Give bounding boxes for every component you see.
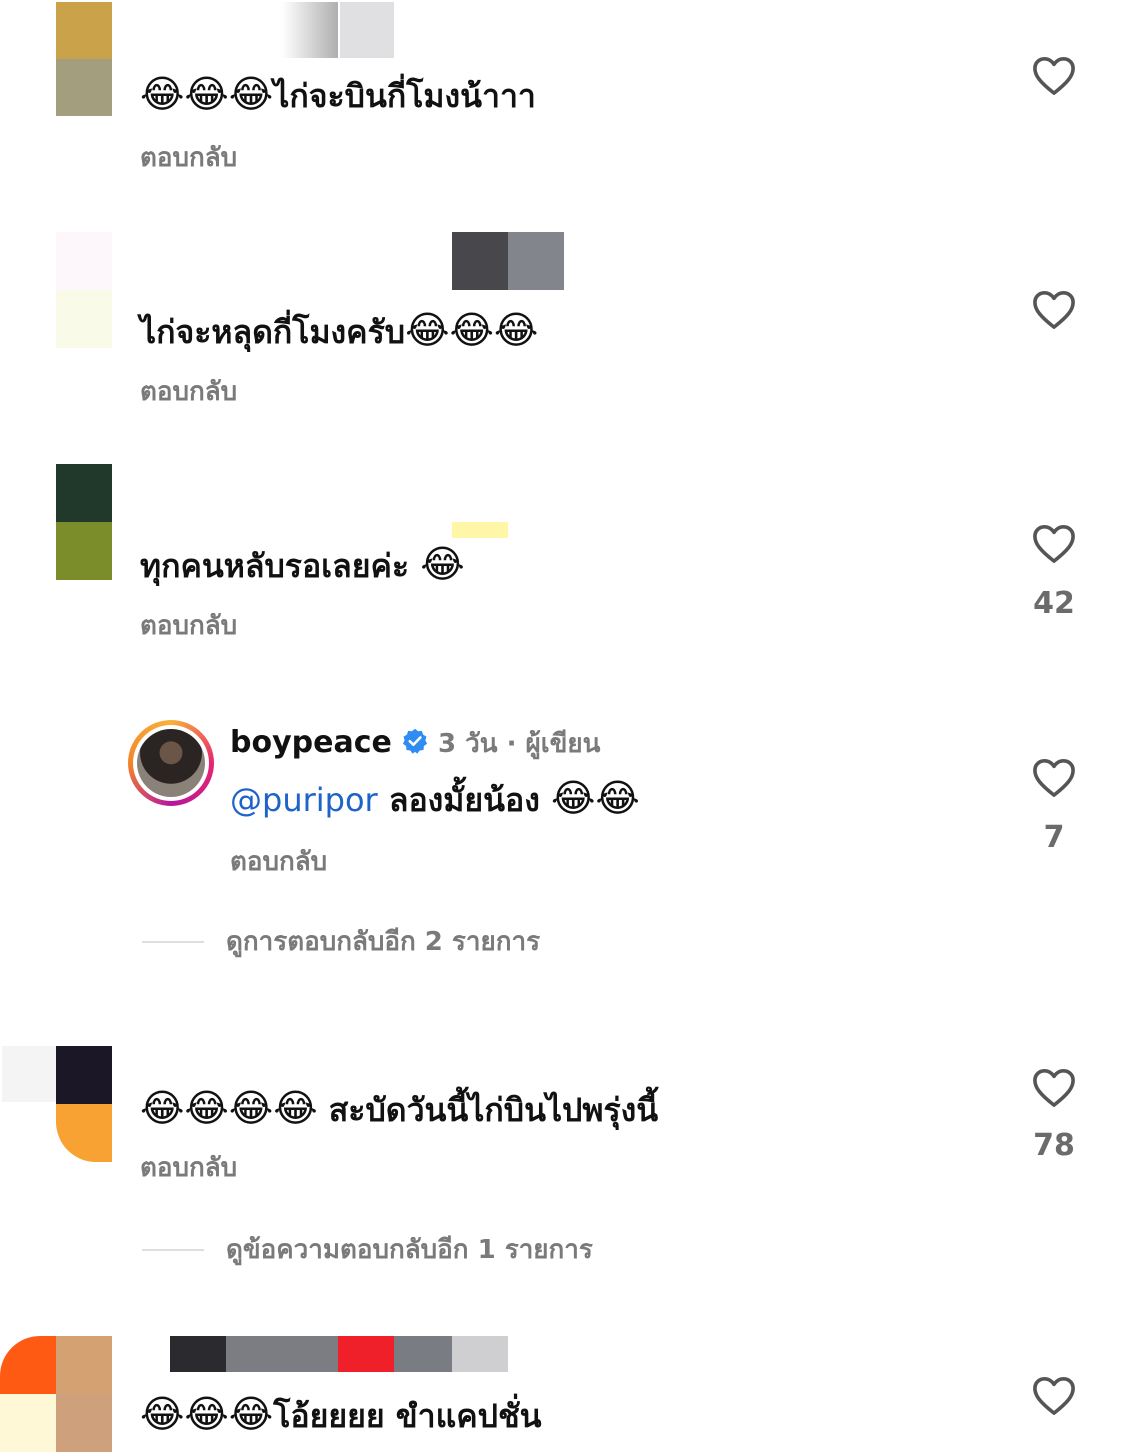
view-more-label: ดูการตอบกลับอีก 2 รายการ [226, 927, 541, 957]
heart-icon [1033, 56, 1075, 95]
username-redacted[interactable] [282, 2, 338, 58]
laughing-emoji: 😂😂😂 [140, 72, 274, 116]
comment-body: โอ้ยยยย ขำแคปชั่น [273, 1397, 542, 1435]
avatar-photo [137, 729, 205, 797]
reply-comment: boypeace 3 วัน · ผู้เขียน @puripor ลองมั… [0, 716, 1128, 886]
laughing-emoji: 😂 [420, 542, 465, 586]
comment-2: ไก่จะหลุดกี่โมงครับ😂😂😂 ตอบกลับ [0, 226, 1128, 426]
avatar-blur [0, 1394, 56, 1452]
reply-body: ลองมั้ยน้อง [377, 781, 551, 819]
avatar[interactable] [56, 1046, 112, 1162]
username-redacted[interactable] [452, 232, 508, 290]
username[interactable]: boypeace [230, 725, 392, 760]
thread-line [142, 941, 204, 943]
like-count: 78 [1033, 1128, 1075, 1163]
comment-text: ไก่จะหลุดกี่โมงครับ😂😂😂 [140, 310, 538, 352]
reply-text: @puripor ลองมั้ยน้อง 😂😂 [230, 778, 640, 820]
reply-button[interactable]: ตอบกลับ [140, 142, 237, 174]
comment-body: สะบัดวันนี้ไก่บินไปพรุ่งนี้ [317, 1091, 659, 1129]
username-redacted[interactable] [170, 1336, 226, 1372]
like-count: 7 [1043, 820, 1065, 855]
comment-text: ทุกคนหลับรอเลยค่ะ 😂 [140, 544, 465, 586]
avatar[interactable] [56, 2, 112, 116]
username-redacted [508, 232, 564, 290]
reply-meta: 3 วัน · ผู้เขียน [438, 729, 601, 759]
comment-5: 😂😂😂โอ้ยยยย ขำแคปชั่น [0, 1334, 1128, 1452]
comment-text: 😂😂😂😂 สะบัดวันนี้ไก่บินไปพรุ่งนี้ [140, 1088, 658, 1130]
laughing-emoji: 😂😂😂 [405, 308, 539, 352]
laughing-emoji: 😂😂 [550, 776, 640, 820]
reply-header: boypeace 3 วัน · ผู้เขียน [230, 724, 600, 766]
username-redacted [394, 1336, 452, 1372]
like-button[interactable] [1031, 756, 1077, 802]
avatar[interactable] [56, 232, 112, 348]
username-redacted [226, 1336, 338, 1372]
username-redacted [338, 1336, 394, 1372]
laughing-emoji: 😂😂😂 [140, 1392, 274, 1436]
reply-button[interactable]: ตอบกลับ [140, 376, 237, 408]
view-more-replies[interactable]: ดูข้อความตอบกลับอีก 1 รายการ [142, 1232, 762, 1268]
heart-icon [1033, 524, 1075, 563]
avatar [133, 725, 209, 801]
avatar[interactable] [56, 464, 112, 580]
comment-1: 😂😂😂ไก่จะบินกี่โมงน้าาา ตอบกลับ [0, 0, 1128, 200]
reply-button[interactable]: ตอบกลับ [140, 1152, 237, 1184]
avatar-story-ring[interactable] [128, 720, 214, 806]
like-button[interactable] [1031, 1374, 1077, 1420]
heart-icon [1033, 758, 1075, 797]
mention-link[interactable]: @puripor [230, 781, 378, 819]
like-count: 42 [1033, 586, 1075, 621]
heart-icon [1033, 290, 1075, 329]
view-more-label: ดูข้อความตอบกลับอีก 1 รายการ [226, 1235, 593, 1265]
verified-badge-icon [402, 728, 427, 754]
heart-icon [1033, 1376, 1075, 1415]
comment-3: ทุกคนหลับรอเลยค่ะ 😂 ตอบกลับ 42 [0, 462, 1128, 662]
reply-button[interactable]: ตอบกลับ [140, 610, 237, 642]
like-button[interactable] [1031, 522, 1077, 568]
username-redacted [452, 522, 508, 538]
view-more-replies[interactable]: ดูการตอบกลับอีก 2 รายการ [142, 924, 742, 960]
laughing-emoji: 😂😂😂😂 [140, 1086, 318, 1130]
comment-4: 😂😂😂😂 สะบัดวันนี้ไก่บินไปพรุ่งนี้ ตอบกลับ… [0, 1044, 1128, 1224]
comment-body: ไก่จะหลุดกี่โมงครับ [140, 313, 406, 351]
comment-text: 😂😂😂โอ้ยยยย ขำแคปชั่น [140, 1394, 542, 1436]
username-redacted [340, 2, 394, 58]
heart-icon [1033, 1068, 1075, 1107]
comment-body: ไก่จะบินกี่โมงน้าาา [273, 77, 536, 115]
like-button[interactable] [1031, 54, 1077, 100]
like-button[interactable] [1031, 1066, 1077, 1112]
avatar-blur [2, 1046, 56, 1102]
comment-body: ทุกคนหลับรอเลยค่ะ [140, 547, 421, 585]
avatar[interactable] [56, 1336, 112, 1452]
username-redacted [452, 1336, 508, 1372]
like-button[interactable] [1031, 288, 1077, 334]
avatar-blur [0, 1336, 56, 1394]
thread-line [142, 1249, 204, 1251]
comment-text: 😂😂😂ไก่จะบินกี่โมงน้าาา [140, 74, 536, 116]
reply-button[interactable]: ตอบกลับ [230, 846, 327, 878]
